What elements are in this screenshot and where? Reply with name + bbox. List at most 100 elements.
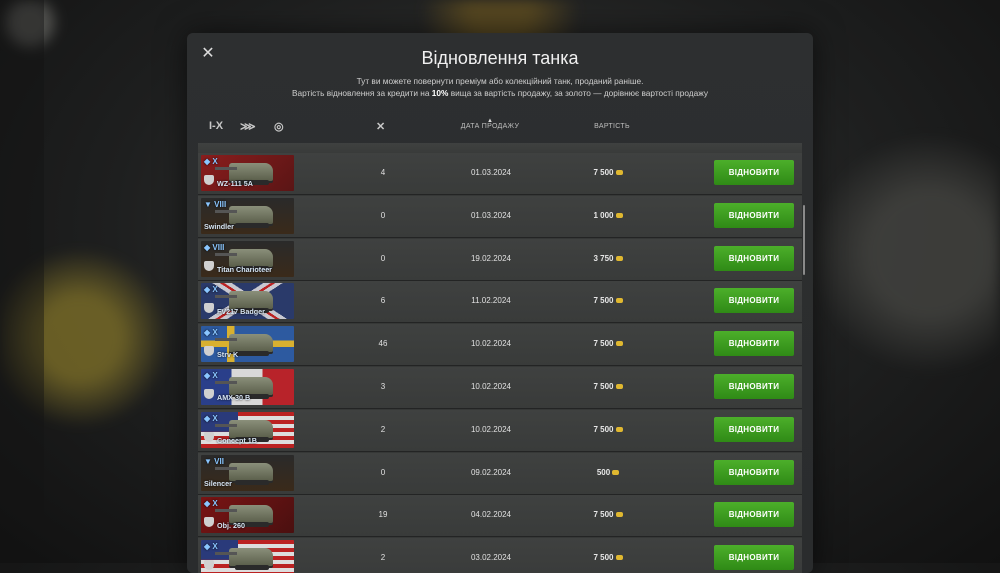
scrollbar[interactable]	[803, 205, 805, 275]
gold-coin-icon	[615, 341, 623, 347]
sold-tanks-list[interactable]: ◆ X WZ-111 5A 4 01.03.2024 7 500 ВІДНОВИТИ ▼ V…	[198, 143, 802, 573]
gold-coin-icon	[615, 384, 623, 389]
tank-thumbnail: ◆ X WZ-111 5A	[201, 155, 294, 191]
sale-date: 10.02.2024	[470, 339, 512, 349]
tank-name: FV217 Badger	[217, 307, 265, 317]
tank-class-icon: ◆	[204, 242, 211, 252]
type-filter-icon[interactable]: ⋙	[240, 120, 256, 133]
sale-date: 01.03.2024	[470, 210, 512, 220]
tank-tier: ◆ X	[204, 371, 218, 380]
restore-price: 7 500	[573, 382, 643, 391]
tank-name: Titan Charioteer	[217, 264, 272, 274]
sale-date: 10.02.2024	[470, 424, 512, 434]
left-sidebar	[0, 0, 44, 563]
tank-class-icon: ▼	[204, 199, 212, 209]
table-row: ◆ X FV217 Badger 6 11.02.2024 7 500 ВІДНОВИТИ	[198, 281, 802, 324]
table-row: ▼ VIII Swindler 0 01.03.2024 1 000 ВІДНОВИТИ	[198, 195, 802, 238]
collection-badge-icon	[204, 431, 214, 442]
restore-price: 7 500	[573, 168, 643, 177]
restore-button[interactable]: ВІДНОВИТИ	[714, 331, 794, 357]
gold-coin-icon	[615, 298, 623, 304]
table-row: ◆ X WZ-111 5A 4 01.03.2024 7 500 ВІДНОВИТИ	[198, 153, 802, 195]
table-row: ◆ X Strv K 46 10.02.2024 7 500 ВІДНОВИТИ	[198, 324, 802, 367]
gold-coin-icon	[615, 512, 623, 518]
restore-button[interactable]: ВІДНОВИТИ	[714, 545, 794, 571]
tank-thumbnail: ◆ X Concept 1B	[201, 411, 294, 448]
table-row: ◆ VIII Titan Charioteer 0 19.02.2024 3 750 ВІ…	[198, 238, 802, 281]
sale-date: 19.02.2024	[470, 253, 512, 263]
restore-button[interactable]: ВІДНОВИТИ	[714, 160, 794, 185]
restore-price: 7 500	[573, 425, 643, 434]
sale-date: 10.02.2024	[470, 382, 512, 391]
price-column-header[interactable]: ВАРТІСТЬ	[582, 123, 642, 130]
collection-badge-icon	[204, 260, 214, 271]
tank-tier: ◆ X	[204, 542, 218, 552]
tank-thumbnail: ◆ X Obj. 260	[201, 497, 294, 534]
collection-badge-icon	[204, 175, 214, 185]
table-row: ◆ X 2 03.02.2024 7 500 ВІДНОВИТИ	[198, 538, 802, 573]
table-row: ◆ X AMX 30 B 3 10.02.2024 7 500 ВІДНОВИТИ	[198, 367, 802, 409]
tank-name: Silencer	[204, 478, 232, 488]
tank-class-icon: ◆	[204, 328, 211, 338]
tank-thumbnail: ◆ X AMX 30 B	[201, 369, 294, 405]
tank-name: WZ-111 5A	[217, 179, 253, 188]
tank-tier: ◆ X	[204, 328, 218, 338]
tank-name: Obj. 260	[217, 521, 245, 531]
battles-count: 19	[378, 510, 388, 520]
restore-price: 7 500	[573, 339, 643, 348]
gold-coin-icon	[615, 555, 623, 561]
sale-date: 01.03.2024	[470, 168, 512, 177]
restore-button[interactable]: ВІДНОВИТИ	[714, 374, 794, 399]
tank-class-icon: ◆	[204, 499, 211, 509]
restore-button[interactable]: ВІДНОВИТИ	[714, 502, 794, 528]
tank-thumbnail: ▼ VIII Swindler	[201, 197, 294, 234]
dialog-subtitle: Тут ви можете повернути преміум або коле…	[187, 76, 813, 99]
restore-button[interactable]: ВІДНОВИТИ	[714, 202, 794, 228]
tank-thumbnail: ◆ X Strv K	[201, 326, 294, 363]
battles-count: 0	[380, 210, 386, 220]
restore-button[interactable]: ВІДНОВИТИ	[714, 288, 794, 314]
date-column-header[interactable]: ▲ ДАТА ПРОДАЖУ	[452, 118, 528, 130]
tank-thumbnail: ◆ X	[201, 540, 294, 573]
sale-date: 04.02.2024	[470, 510, 512, 520]
tier-filter-icon[interactable]: I-X	[209, 120, 223, 132]
gold-coin-icon	[612, 469, 620, 475]
battles-count: 2	[380, 553, 386, 563]
sale-date: 03.02.2024	[470, 553, 512, 563]
restore-button[interactable]: ВІДНОВИТИ	[714, 416, 794, 442]
dialog-title: Відновлення танка	[421, 48, 579, 68]
restore-price: 1 000	[573, 211, 643, 220]
table-header: I-X ⋙ ◎ ✕ ▲ ДАТА ПРОДАЖУ ВАРТІСТЬ	[187, 118, 813, 140]
tank-thumbnail: ◆ X FV217 Badger	[201, 283, 294, 320]
battles-count: 2	[380, 424, 386, 434]
subtitle-line-2: Вартість відновлення за кредити на 10% в…	[291, 87, 709, 98]
tank-tier: ◆ X	[204, 413, 218, 423]
tank-image	[215, 462, 273, 485]
tank-thumbnail: ▼ VII Silencer	[201, 454, 294, 491]
restore-button[interactable]: ВІДНОВИТИ	[714, 459, 794, 485]
tank-tier: ▼ VIII	[204, 199, 227, 209]
nation-filter-globe-icon[interactable]: ◎	[274, 120, 284, 133]
table-row: ▼ VII Silencer 0 09.02.2024 500 ВІДНОВИТИ	[198, 452, 802, 495]
tank-class-icon: ▼	[204, 456, 212, 466]
restore-button[interactable]: ВІДНОВИТИ	[714, 245, 794, 271]
battles-count: 4	[380, 168, 386, 177]
table-row: ◆ X Concept 1B 2 10.02.2024 7 500 ВІДНОВИТИ	[198, 409, 802, 452]
tank-tier: ◆ X	[204, 285, 218, 295]
tank-class-icon: ◆	[204, 413, 211, 423]
tank-tier: ▼ VII	[204, 456, 224, 466]
battles-count: 3	[380, 382, 386, 391]
tank-image	[215, 205, 273, 228]
tank-name: Concept 1B	[217, 435, 257, 445]
gold-coin-icon	[615, 255, 623, 261]
restore-tank-dialog: ✕ Відновлення танка Тут ви можете поверн…	[187, 33, 813, 573]
restore-price: 7 500	[573, 510, 643, 519]
restore-price: 7 500	[573, 553, 643, 562]
tank-thumbnail: ◆ VIII Titan Charioteer	[201, 240, 294, 277]
collection-badge-icon	[204, 389, 214, 399]
table-row: ◆ X Obj. 260 19 04.02.2024 7 500 ВІДНОВИТИ	[198, 495, 802, 538]
sale-date: 09.02.2024	[470, 467, 512, 477]
battles-column-crossed-swords-icon[interactable]: ✕	[376, 120, 385, 133]
restore-price: 3 750	[573, 254, 643, 263]
tank-name: Strv K	[217, 350, 239, 360]
